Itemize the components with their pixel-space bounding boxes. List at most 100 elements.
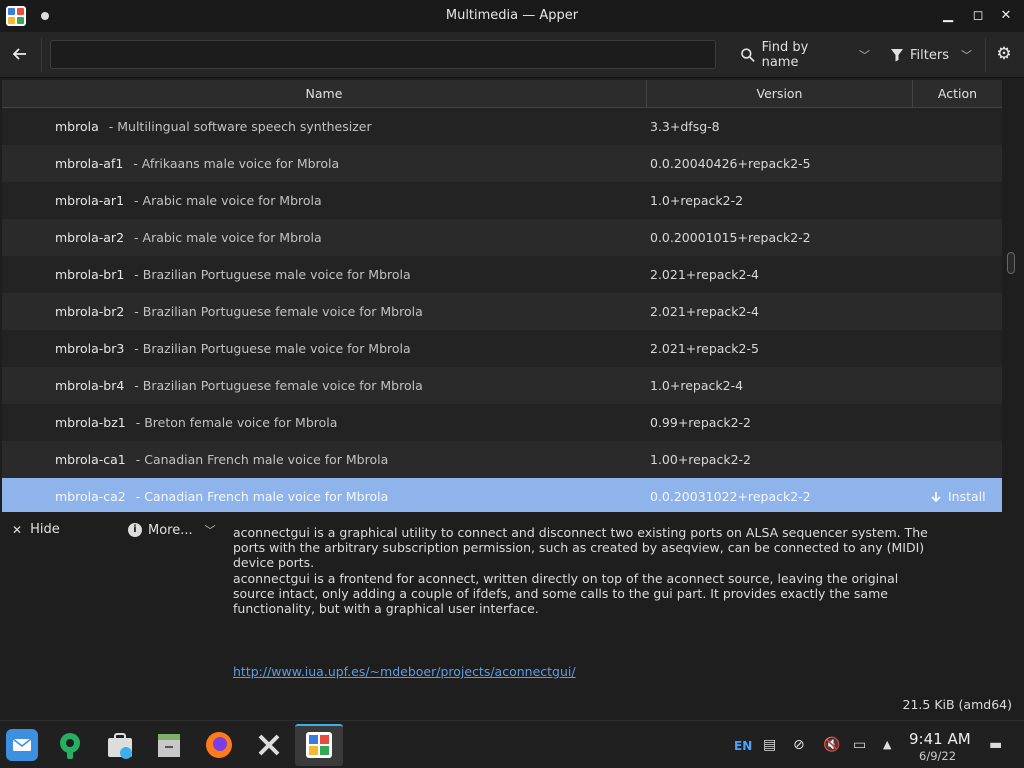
volume-muted-icon[interactable]: 🔇 — [823, 721, 840, 768]
package-summary: - Afrikaans male voice for Mbrola — [133, 156, 340, 171]
chevron-down-icon: ﹀ — [204, 524, 216, 537]
table-row[interactable]: mbrola-br4 - Brazilian Portuguese female … — [2, 367, 1002, 404]
package-size: 21.5 KiB (amd64) — [902, 697, 1012, 712]
package-name: mbrola-ar2 — [55, 230, 125, 245]
package-name: mbrola-ar1 — [55, 193, 125, 208]
table-row[interactable]: mbrola-bz1 - Breton female voice for Mbro… — [2, 404, 1002, 441]
more-label: More... — [148, 522, 193, 538]
settings-button[interactable]: ⚙ — [994, 44, 1014, 64]
package-summary: - Breton female voice for Mbrola — [135, 415, 338, 430]
update-notifier-icon[interactable]: ⊘ — [793, 721, 805, 768]
package-name: mbrola-br2 — [55, 304, 125, 319]
filters-button[interactable]: Filters ﹀ — [890, 40, 972, 70]
package-version: 1.0+repack2-2 — [650, 193, 744, 208]
back-button[interactable] — [8, 42, 32, 66]
filters-label: Filters — [910, 47, 949, 63]
package-name: mbrola-ca2 — [55, 489, 126, 504]
package-summary: - Canadian French male voice for Mbrola — [135, 489, 389, 504]
package-summary: - Multilingual software speech synthesiz… — [108, 119, 372, 134]
install-label: Install — [948, 489, 986, 504]
package-summary: - Brazilian Portuguese male voice for Mb… — [134, 341, 411, 356]
table-row[interactable]: mbrola-br3 - Brazilian Portuguese male vo… — [2, 330, 1002, 367]
minimize-button[interactable]: ▁ — [940, 8, 956, 24]
package-version: 2.021+repack2-5 — [650, 341, 759, 356]
homepage-link[interactable]: http://www.iua.upf.es/~mdeboer/projects/… — [233, 664, 576, 679]
column-header-action[interactable]: Action — [913, 80, 1002, 108]
package-summary: - Brazilian Portuguese male voice for Mb… — [134, 267, 411, 282]
table-scrollbar[interactable] — [1004, 80, 1018, 512]
package-name-cell: mbrola-ca1 - Canadian French male voice f… — [55, 441, 388, 478]
package-name: mbrola — [55, 119, 99, 134]
package-name-cell: mbrola-br4 - Brazilian Portuguese female … — [55, 367, 423, 404]
chevron-down-icon: ﹀ — [859, 49, 870, 62]
table-row[interactable]: mbrola-ca1 - Canadian French male voice f… — [2, 441, 1002, 478]
chevron-down-icon: ﹀ — [960, 49, 972, 62]
package-summary: - Canadian French male voice for Mbrola — [135, 452, 389, 467]
package-name-cell: mbrola-br2 - Brazilian Portuguese female … — [55, 293, 423, 330]
table-row[interactable]: mbrola - Multilingual software speech syn… — [2, 108, 1002, 145]
package-version: 0.0.20040426+repack2-5 — [650, 156, 811, 171]
hide-details-button[interactable]: ✕ Hide — [12, 522, 60, 537]
tray-expand-icon[interactable]: ▲ — [883, 721, 891, 768]
gear-icon: ⚙ — [996, 44, 1012, 64]
find-by-name-button[interactable]: Find by name ﹀ — [740, 40, 870, 70]
clipboard-icon[interactable]: ▤ — [763, 721, 776, 768]
file-manager-icon[interactable] — [153, 729, 185, 761]
info-icon: i — [128, 523, 142, 537]
package-name: mbrola-br3 — [55, 341, 125, 356]
package-version: 1.00+repack2-2 — [650, 452, 751, 467]
package-name: mbrola-af1 — [55, 156, 124, 171]
clock-time[interactable]: 9:41 AM — [909, 730, 971, 748]
package-summary: - Arabic male voice for Mbrola — [134, 193, 322, 208]
description-paragraph-2: aconnectgui is a frontend for aconnect, … — [233, 571, 899, 616]
package-version: 2.021+repack2-4 — [650, 304, 759, 319]
package-name: mbrola-br4 — [55, 378, 125, 393]
network-icon[interactable]: ▭ — [853, 721, 866, 768]
apper-icon[interactable] — [303, 729, 335, 761]
maximize-button[interactable]: ◻ — [970, 8, 986, 24]
description-paragraph-1: aconnectgui is a graphical utility to co… — [233, 525, 928, 570]
install-button[interactable]: Install — [930, 478, 986, 512]
window-title: Multimedia — Apper — [445, 8, 579, 23]
package-name: mbrola-ca1 — [55, 452, 126, 467]
toolbar: Find by name ﹀ Filters ﹀ ⚙ — [0, 32, 1024, 78]
find-by-name-label: Find by name — [761, 40, 809, 70]
package-name: mbrola-bz1 — [55, 415, 126, 430]
scrollbar-thumb[interactable] — [1007, 252, 1015, 274]
package-name-cell: mbrola-br1 - Brazilian Portuguese male vo… — [55, 256, 411, 293]
show-desktop-icon[interactable]: ▬ — [989, 721, 1002, 768]
table-row[interactable]: mbrola-br2 - Brazilian Portuguese female … — [2, 293, 1002, 330]
table-row[interactable]: mbrola-ar1 - Arabic male voice for Mbrola… — [2, 182, 1002, 219]
hide-label: Hide — [30, 522, 60, 537]
package-summary: - Arabic male voice for Mbrola — [134, 230, 322, 245]
column-header-version[interactable]: Version — [647, 80, 913, 108]
firefox-icon[interactable] — [203, 729, 235, 761]
package-summary: - Brazilian Portuguese female voice for … — [134, 378, 423, 393]
table-row[interactable]: mbrola-br1 - Brazilian Portuguese male vo… — [2, 256, 1002, 293]
table-row[interactable]: mbrola-ca2 - Canadian French male voice f… — [2, 478, 1002, 512]
package-details-panel: ✕ Hide i More... ﹀ aconnectgui is a grap… — [0, 513, 1024, 720]
package-version: 3.3+dfsg-8 — [650, 119, 720, 134]
package-version: 0.0.20001015+repack2-2 — [650, 230, 811, 245]
x-app-icon[interactable] — [253, 729, 285, 761]
table-body: mbrola - Multilingual software speech syn… — [2, 108, 1002, 512]
mail-icon[interactable] — [6, 729, 38, 761]
search-input[interactable] — [50, 40, 716, 69]
package-table: Name Version Action mbrola - Multilingual… — [2, 80, 1002, 512]
package-name: mbrola-br1 — [55, 267, 125, 282]
discover-store-icon[interactable] — [104, 729, 136, 761]
package-name-cell: mbrola-af1 - Afrikaans male voice for Mbr… — [55, 145, 339, 182]
title-bar: Multimedia — Apper ▁ ◻ ✕ — [0, 0, 1024, 32]
package-name-cell: mbrola-ar1 - Arabic male voice for Mbrola — [55, 182, 322, 219]
column-header-name[interactable]: Name — [2, 80, 647, 108]
clock-date[interactable]: 6/9/22 — [919, 749, 956, 763]
keyboard-layout-indicator[interactable]: EN — [734, 721, 752, 768]
package-version: 1.0+repack2-4 — [650, 378, 744, 393]
table-row[interactable]: mbrola-ar2 - Arabic male voice for Mbrola… — [2, 219, 1002, 256]
settings-wrench-icon[interactable] — [54, 729, 86, 761]
taskbar: EN ▤ ⊘ 🔇 ▭ ▲ 9:41 AM 6/9/22 ▬ — [0, 720, 1024, 768]
table-row[interactable]: mbrola-af1 - Afrikaans male voice for Mbr… — [2, 145, 1002, 182]
close-window-button[interactable]: ✕ — [998, 8, 1014, 24]
package-name-cell: mbrola-br3 - Brazilian Portuguese male vo… — [55, 330, 411, 367]
more-button[interactable]: i More... ﹀ — [128, 522, 216, 538]
